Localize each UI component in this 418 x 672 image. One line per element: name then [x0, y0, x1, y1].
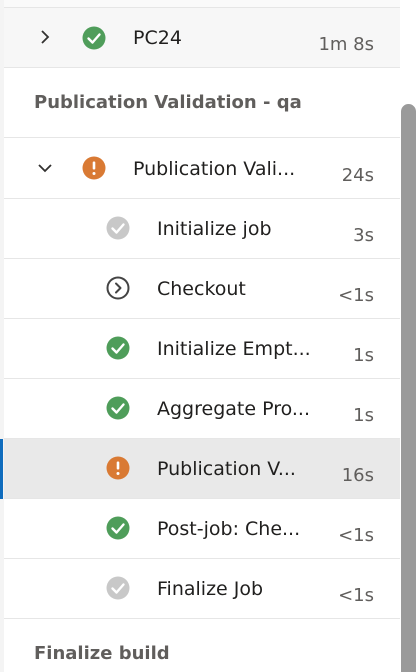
step-row-finalize-job[interactable]: Finalize Job <1s — [4, 559, 400, 619]
skipped-check-icon — [106, 576, 130, 600]
step-duration: 16s — [341, 465, 374, 486]
pending-chevron-icon — [106, 276, 130, 300]
success-check-icon — [106, 396, 130, 420]
step-label: Initialize job — [157, 218, 272, 240]
success-check-icon — [106, 336, 130, 360]
step-duration: 3s — [353, 225, 374, 246]
step-duration: <1s — [338, 585, 374, 606]
scrollbar-track[interactable] — [400, 0, 418, 672]
top-divider — [4, 0, 400, 8]
step-row-publication-validation-selected[interactable]: Publication V... 16s — [0, 439, 400, 499]
step-label: Initialize Empt... — [157, 338, 311, 360]
step-duration: <1s — [338, 285, 374, 306]
warning-exclamation-icon — [106, 456, 130, 480]
step-row-post-job[interactable]: Post-job: Che... <1s — [4, 499, 400, 559]
warning-exclamation-icon — [82, 156, 106, 180]
job-row-publication-validation[interactable]: Publication Vali... 24s — [4, 139, 400, 199]
job-label: Publication Vali... — [133, 158, 296, 180]
step-duration: 1s — [353, 345, 374, 366]
step-label: Finalize Job — [157, 578, 264, 600]
step-row-checkout[interactable]: Checkout <1s — [4, 259, 400, 319]
step-row-aggregate[interactable]: Aggregate Pro... 1s — [4, 379, 400, 439]
stage-title: Finalize build — [34, 643, 170, 664]
job-duration: 24s — [341, 165, 374, 186]
job-label: PC24 — [133, 27, 182, 49]
step-row-initialize-job[interactable]: Initialize job 3s — [4, 199, 400, 259]
step-duration: 1s — [353, 405, 374, 426]
chevron-right-icon[interactable] — [36, 28, 54, 46]
skipped-check-icon — [106, 216, 130, 240]
step-duration: <1s — [338, 525, 374, 546]
step-label: Aggregate Pro... — [157, 398, 311, 420]
success-check-icon — [82, 26, 106, 50]
stage-header-qa: Publication Validation - qa — [4, 68, 400, 138]
scrollbar-thumb[interactable] — [401, 104, 416, 672]
job-row-pc24[interactable]: PC24 1m 8s — [4, 8, 400, 68]
chevron-down-icon[interactable] — [36, 159, 54, 177]
job-duration: 1m 8s — [318, 34, 374, 55]
stage-header-finalize-build: Finalize build — [4, 619, 400, 672]
step-label: Checkout — [157, 278, 246, 300]
success-check-icon — [106, 516, 130, 540]
step-label: Publication V... — [157, 458, 296, 480]
step-row-initialize-empty[interactable]: Initialize Empt... 1s — [4, 319, 400, 379]
stage-title: Publication Validation - qa — [34, 92, 302, 113]
step-label: Post-job: Che... — [157, 518, 301, 540]
pipeline-run-tree: PC24 1m 8s Publication Validation - qa P… — [0, 0, 418, 672]
